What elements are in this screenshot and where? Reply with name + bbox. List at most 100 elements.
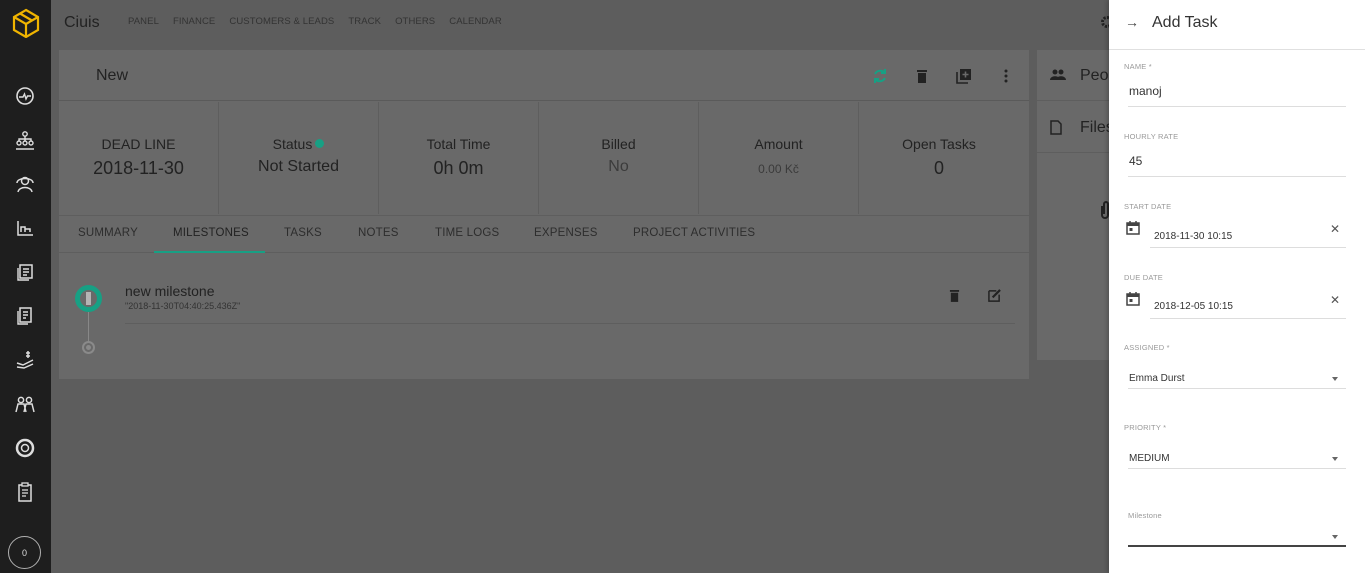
delete-icon[interactable]	[909, 64, 935, 88]
hourly-rate-underline	[1128, 176, 1346, 177]
tab-summary[interactable]: SUMMARY	[78, 216, 138, 253]
expenses-icon[interactable]	[13, 348, 37, 372]
timeline-line	[88, 312, 89, 342]
project-stats: DEAD LINE 2018-11-30 Status Not Started …	[59, 102, 1019, 214]
name-input[interactable]: manoj	[1129, 84, 1162, 98]
support-icon[interactable]	[13, 436, 37, 460]
nav-customers-leads[interactable]: CUSTOMERS & LEADS	[229, 16, 334, 27]
people-icon	[1050, 68, 1066, 86]
documents-icon[interactable]	[13, 260, 37, 284]
assigned-select[interactable]: Emma Durst	[1129, 373, 1185, 384]
due-date-underline	[1150, 318, 1346, 319]
clear-start-date-icon[interactable]: ✕	[1330, 222, 1340, 236]
logo-icon[interactable]	[0, 0, 51, 46]
calendar-icon[interactable]	[1126, 291, 1140, 311]
deadline-value: 2018-11-30	[93, 158, 184, 178]
nav-others[interactable]: OTHERS	[395, 16, 435, 27]
name-field[interactable]: NAME * manoj	[1124, 62, 1346, 110]
timeline-end-icon	[82, 341, 95, 354]
project-card: New DEAD LINE 2018-11-30 Status Not Star…	[59, 50, 1029, 379]
divider	[125, 323, 1015, 324]
panel-header: → Add Task	[1109, 0, 1365, 50]
milestone-delete-icon[interactable]	[949, 289, 960, 307]
milestone-field[interactable]: Milestone	[1124, 511, 1346, 551]
name-label: NAME *	[1124, 62, 1152, 71]
milestone-edit-icon[interactable]	[988, 289, 1001, 307]
assigned-underline	[1128, 388, 1346, 389]
invoices-icon[interactable]	[13, 304, 37, 328]
chevron-down-icon[interactable]	[1332, 457, 1338, 461]
clipboard-icon[interactable]	[13, 480, 37, 504]
top-nav: PANEL FINANCE CUSTOMERS & LEADS TRACK OT…	[128, 16, 516, 27]
header-actions	[867, 64, 1019, 88]
tab-expenses[interactable]: EXPENSES	[534, 216, 598, 253]
start-date-underline	[1150, 247, 1346, 248]
status-dot-icon	[315, 139, 325, 148]
assigned-label: ASSIGNED *	[1124, 343, 1170, 352]
stat-open-tasks: Open Tasks 0	[859, 102, 1019, 214]
hourly-rate-input[interactable]: 45	[1129, 154, 1142, 168]
total-time-label: Total Time	[426, 136, 491, 152]
tab-project-activities[interactable]: PROJECT ACTIVITIES	[633, 216, 755, 253]
start-date-label: START DATE	[1124, 202, 1172, 211]
stat-billed: Billed No	[539, 102, 699, 214]
tab-notes[interactable]: NOTES	[358, 216, 399, 253]
deadline-label: DEAD LINE	[101, 136, 176, 152]
customers-icon[interactable]	[13, 172, 37, 196]
priority-field[interactable]: PRIORITY * MEDIUM	[1124, 423, 1346, 471]
team-icon[interactable]	[13, 392, 37, 416]
start-date-field[interactable]: START DATE 2018-11-30 10:15 ✕	[1124, 202, 1346, 250]
priority-underline	[1128, 468, 1346, 469]
chevron-down-icon[interactable]	[1332, 377, 1338, 381]
tab-time-logs[interactable]: TIME LOGS	[435, 216, 499, 253]
add-copy-icon[interactable]	[951, 64, 977, 88]
nav-panel[interactable]: PANEL	[128, 16, 159, 27]
more-vert-icon[interactable]	[993, 64, 1019, 88]
finance-icon[interactable]	[13, 216, 37, 240]
stat-deadline: DEAD LINE 2018-11-30	[59, 102, 219, 214]
sidebar: 0	[0, 0, 51, 573]
milestone-label: Milestone	[1128, 511, 1162, 520]
open-tasks-label: Open Tasks	[902, 136, 976, 152]
refresh-icon[interactable]	[867, 64, 893, 88]
panel-title: Add Task	[1152, 14, 1218, 31]
status-value: Not Started	[258, 158, 339, 175]
billed-label: Billed	[601, 136, 636, 152]
dashboard-icon[interactable]	[13, 84, 37, 108]
arrow-right-icon[interactable]: →	[1125, 14, 1139, 30]
people-title: Peo	[1080, 67, 1109, 84]
stat-status: Status Not Started	[219, 102, 379, 214]
start-date-input[interactable]: 2018-11-30 10:15	[1154, 231, 1232, 242]
due-date-input[interactable]: 2018-12-05 10:15	[1154, 301, 1233, 312]
app-title[interactable]: Ciuis	[64, 14, 100, 32]
open-tasks-value: 0	[933, 158, 944, 178]
milestone-marker-icon	[75, 285, 102, 312]
hourly-rate-field[interactable]: HOURLY RATE 45	[1124, 132, 1346, 180]
hierarchy-icon[interactable]	[13, 128, 37, 152]
tab-tasks[interactable]: TASKS	[284, 216, 322, 253]
billed-value: No	[608, 158, 629, 175]
clear-due-date-icon[interactable]: ✕	[1330, 293, 1340, 307]
priority-select[interactable]: MEDIUM	[1129, 453, 1170, 464]
nav-finance[interactable]: FINANCE	[173, 16, 215, 27]
project-tabs: SUMMARY MILESTONES TASKS NOTES TIME LOGS…	[59, 215, 1029, 253]
milestone-item: new milestone "2018-11-30T04:40:25.436Z"	[75, 283, 1015, 375]
due-date-label: DUE DATE	[1124, 273, 1163, 282]
nav-calendar[interactable]: CALENDAR	[449, 16, 502, 27]
stat-amount: Amount 0.00 Kč	[699, 102, 859, 214]
chevron-down-icon[interactable]	[1332, 535, 1338, 539]
calendar-icon[interactable]	[1126, 220, 1140, 240]
milestone-title: new milestone	[125, 283, 215, 299]
tab-milestones[interactable]: MILESTONES	[154, 216, 265, 253]
amount-value: 0.00 Kč	[758, 162, 799, 176]
card-header: New	[59, 50, 1029, 101]
milestone-actions	[949, 289, 1001, 307]
nav-track[interactable]: TRACK	[348, 16, 381, 27]
notification-counter[interactable]: 0	[8, 536, 41, 569]
status-label: Status	[219, 136, 378, 152]
stat-total-time: Total Time 0h 0m	[379, 102, 539, 214]
name-underline	[1128, 106, 1346, 107]
total-time-value: 0h 0m	[433, 158, 484, 178]
assigned-field[interactable]: ASSIGNED * Emma Durst	[1124, 343, 1346, 391]
due-date-field[interactable]: DUE DATE 2018-12-05 10:15 ✕	[1124, 273, 1346, 321]
